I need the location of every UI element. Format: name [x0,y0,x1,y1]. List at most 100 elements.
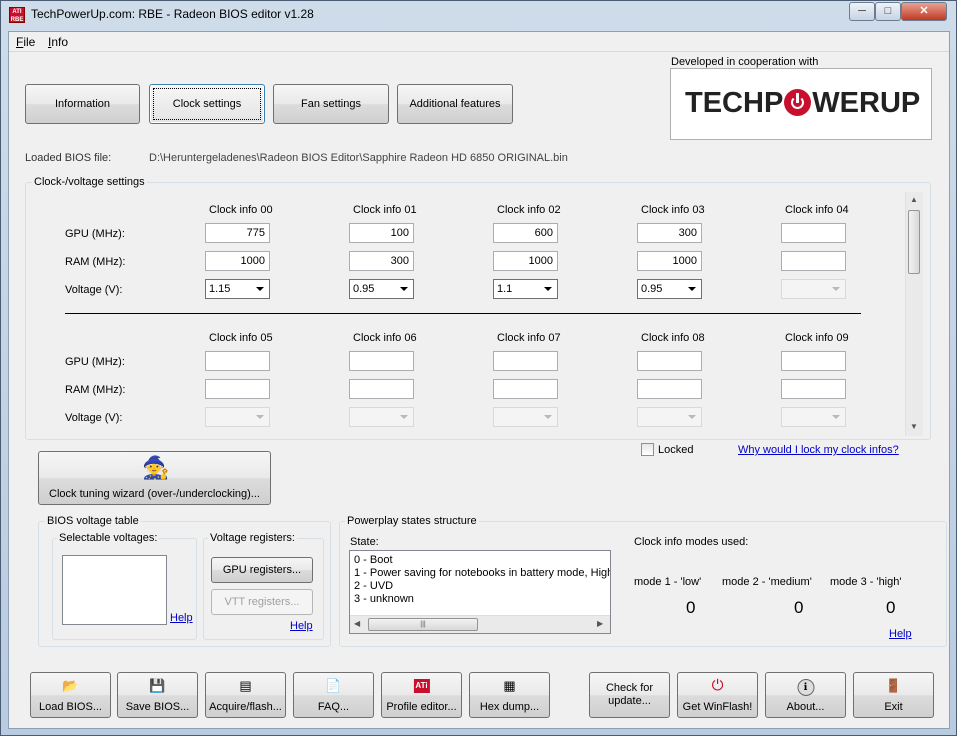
save-bios-button[interactable]: 💾 Save BIOS... [117,672,198,718]
clock-info-header: Clock info 09 [785,332,849,344]
locked-checkbox[interactable] [641,443,654,456]
state-item[interactable]: 3 - unknown [354,593,610,606]
gpu-clock-input[interactable] [349,351,414,371]
voltage-select[interactable] [781,407,846,427]
voltage-select[interactable]: 0.95 [349,279,414,299]
gpu-clock-input[interactable]: 100 [349,223,414,243]
gpu-registers-button[interactable]: GPU registers... [211,557,313,583]
scroll-right-icon[interactable]: ▶ [597,619,603,628]
ram-clock-input[interactable] [781,251,846,271]
scroll-left-icon[interactable]: ◀ [354,619,360,628]
get-winflash-button[interactable]: ⏻ Get WinFlash! [677,672,758,718]
ram-clock-input[interactable] [349,379,414,399]
folder-icon: 📂 [62,678,79,693]
ram-row-label: RAM (MHz): [65,384,126,396]
voltage-select[interactable] [781,279,846,299]
exit-button[interactable]: 🚪 Exit [853,672,934,718]
bios-voltage-group-title: BIOS voltage table [45,515,141,527]
gpu-clock-input[interactable]: 300 [637,223,702,243]
scroll-thumb[interactable] [908,210,920,274]
gpu-clock-input[interactable] [781,351,846,371]
ati-icon: ATi [413,679,430,693]
tab-clock-settings[interactable]: Clock settings [149,84,265,124]
voltage-select[interactable]: 1.15 [205,279,270,299]
hex-dump-button[interactable]: ▦ Hex dump... [469,672,550,718]
gpu-clock-input[interactable]: 600 [493,223,558,243]
ram-clock-input[interactable] [493,379,558,399]
get-winflash-label: Get WinFlash! [682,701,753,713]
floppy-icon: 💾 [149,678,166,693]
ram-clock-input[interactable]: 1000 [637,251,702,271]
voltage-select[interactable]: 1.1 [493,279,558,299]
state-item[interactable]: 0 - Boot [354,554,610,567]
menu-info[interactable]: Info [48,35,68,49]
dropdown-arrow-icon [256,415,264,419]
ram-clock-input[interactable]: 1000 [493,251,558,271]
app-icon[interactable]: ATI RBE [9,7,25,23]
ram-clock-input[interactable]: 300 [349,251,414,271]
gpu-clock-input[interactable] [205,351,270,371]
clock-info-header: Clock info 02 [497,204,561,216]
gpu-row-label: GPU (MHz): [65,228,125,240]
acquire-flash-button[interactable]: ▤ Acquire/flash... [205,672,286,718]
mode-value: 0 [794,598,804,617]
profile-editor-button[interactable]: ATi Profile editor... [381,672,462,718]
scroll-down-icon[interactable]: ▼ [910,422,918,431]
lock-info-link[interactable]: Why would I lock my clock infos? [738,444,899,456]
powerplay-help-link[interactable]: Help [889,628,912,640]
ram-clock-input[interactable]: 1000 [205,251,270,271]
clock-scrollbar[interactable]: ▲ ▼ [905,192,923,436]
voltage-select[interactable]: 0.95 [637,279,702,299]
about-button[interactable]: ℹ About... [765,672,846,718]
ram-clock-input[interactable] [205,379,270,399]
faq-button[interactable]: 📄 FAQ... [293,672,374,718]
gpu-clock-input[interactable] [637,351,702,371]
exit-label: Exit [884,701,903,713]
selectable-voltages-list[interactable] [62,555,167,625]
clock-tuning-wizard-button[interactable]: 🧙 Clock tuning wizard (over-/underclocki… [38,451,271,505]
voltage-select[interactable] [637,407,702,427]
scroll-up-icon[interactable]: ▲ [910,195,918,204]
voltage-select[interactable] [349,407,414,427]
state-item[interactable]: 1 - Power saving for notebooks in batter… [354,567,610,580]
tab-fan-settings[interactable]: Fan settings [273,84,389,124]
tab-additional-features[interactable]: Additional features [397,84,513,124]
hex-icon: ▦ [503,678,516,693]
gpu-clock-input[interactable]: 775 [205,223,270,243]
window-title: TechPowerUp.com: RBE - Radeon BIOS edito… [31,7,314,21]
tab-information[interactable]: Information [25,84,140,124]
mode-label: mode 2 - 'medium' [722,576,812,588]
hex-dump-label: Hex dump... [479,701,540,713]
voltage-registers-label: Voltage registers: [208,532,297,544]
gpu-clock-input[interactable] [781,223,846,243]
minimize-button[interactable]: ─ [849,2,875,21]
voltage-row-label: Voltage (V): [65,284,123,296]
techpowerup-logo[interactable]: TECHP WERUP [670,68,932,140]
info-icon: ℹ [797,679,814,696]
ram-clock-input[interactable] [781,379,846,399]
close-button[interactable]: ✕ [901,2,947,21]
voltage-help-link[interactable]: Help [170,612,193,624]
gpu-clock-input[interactable] [493,351,558,371]
ram-clock-input[interactable] [637,379,702,399]
state-item[interactable]: 2 - UVD [354,580,610,593]
powerplay-states-list[interactable]: 0 - Boot 1 - Power saving for notebooks … [349,550,611,634]
menu-info-label: nfo [51,35,69,49]
chip-icon: ▤ [239,678,252,693]
maximize-button[interactable]: □ [875,2,901,21]
clock-info-header: Clock info 00 [209,204,273,216]
voltage-select[interactable] [205,407,270,427]
mode-value: 0 [886,598,896,617]
check-update-button[interactable]: Check for update... [589,672,670,718]
voltage-select[interactable] [493,407,558,427]
check-update-label: Check for update... [605,682,654,707]
logo-wordmark: TECHP WERUP [685,87,920,120]
scroll-thumb[interactable]: ||| [368,618,478,631]
vtt-registers-button[interactable]: VTT registers... [211,589,313,615]
menu-file[interactable]: File [16,35,35,49]
title-bar[interactable]: ATI RBE TechPowerUp.com: RBE - Radeon BI… [1,1,956,29]
horizontal-scrollbar[interactable]: ◀ ||| ▶ [350,615,610,633]
ram-row-label: RAM (MHz): [65,256,126,268]
load-bios-button[interactable]: 📂 Load BIOS... [30,672,111,718]
registers-help-link[interactable]: Help [290,620,313,632]
